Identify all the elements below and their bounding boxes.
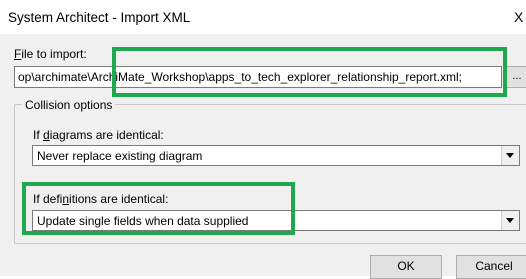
chevron-down-icon[interactable] — [501, 211, 519, 230]
file-path-highlight — [112, 47, 507, 97]
diagrams-identical-value: Never replace existing diagram — [37, 149, 203, 163]
cancel-button[interactable]: Cancel — [456, 255, 526, 279]
diagrams-identical-select[interactable]: Never replace existing diagram — [32, 145, 520, 166]
ok-button[interactable]: OK — [370, 255, 442, 279]
close-icon[interactable]: X — [514, 9, 523, 25]
file-to-import-label: File to import: — [14, 47, 87, 61]
collision-options-title: Collision options — [22, 98, 116, 112]
browse-button[interactable]: ... — [506, 66, 526, 88]
window-title: System Architect - Import XML — [8, 10, 191, 25]
title-bar: System Architect - Import XML X — [0, 0, 526, 34]
definitions-highlight — [22, 182, 295, 235]
chevron-down-icon[interactable] — [501, 146, 519, 165]
diagrams-identical-label: If diagrams are identical: — [33, 128, 164, 142]
